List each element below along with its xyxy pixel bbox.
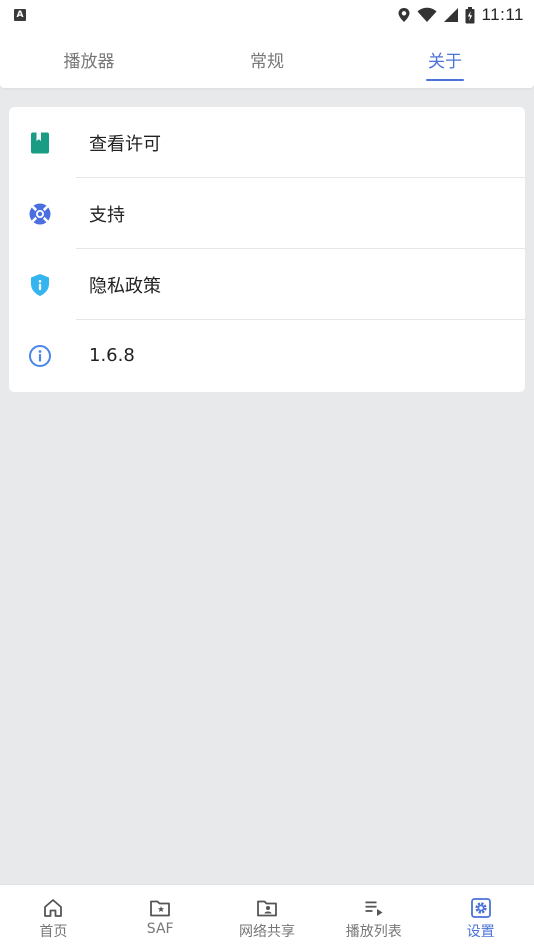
support-label: 支持 (89, 204, 125, 226)
tab-active-indicator (426, 79, 464, 81)
battery-icon (465, 6, 475, 23)
nav-settings-label: 设置 (466, 924, 495, 940)
nav-saf-label: SAF (146, 921, 174, 937)
tab-general-label: 常规 (250, 51, 284, 72)
star-folder-icon (150, 900, 171, 917)
nav-home[interactable]: 首页 (0, 885, 107, 950)
view-license-item[interactable]: 查看许可 (9, 107, 525, 178)
accessibility-badge-icon: A (14, 9, 26, 21)
shield-icon (31, 274, 49, 296)
nav-saf[interactable]: SAF (107, 885, 214, 950)
wifi-icon (417, 7, 437, 22)
version-item: 1.6.8 (9, 320, 525, 391)
nav-settings[interactable]: 设置 (427, 885, 534, 950)
network-folder-icon (257, 900, 277, 917)
support-item[interactable]: 支持 (9, 178, 525, 249)
version-label: 1.6.8 (89, 345, 135, 366)
status-left: A (14, 9, 26, 21)
nav-playlist[interactable]: 播放列表 (320, 885, 427, 950)
tab-about[interactable]: 关于 (356, 30, 534, 88)
settings-tabs: 播放器 常规 关于 (0, 30, 534, 88)
book-icon (31, 132, 49, 154)
nav-home-label: 首页 (39, 924, 68, 940)
privacy-policy-label: 隐私政策 (89, 275, 161, 297)
settings-icon (470, 898, 491, 918)
info-icon (29, 345, 51, 367)
about-card: 查看许可 支持 隐私政策 1.6.8 (9, 107, 525, 392)
location-icon (398, 8, 410, 22)
status-right: 11:11 (397, 5, 524, 25)
lifebuoy-icon (29, 203, 51, 225)
bottom-navigation: 首页 SAF 网络共享 播放列表 设置 (0, 884, 534, 950)
cell-signal-icon (444, 8, 459, 22)
tab-player-label: 播放器 (63, 51, 115, 72)
tab-general[interactable]: 常规 (178, 30, 356, 88)
nav-playlist-label: 播放列表 (345, 924, 402, 940)
playlist-icon (365, 901, 383, 916)
view-license-label: 查看许可 (89, 133, 161, 155)
status-bar: A 11:11 (0, 0, 534, 30)
home-icon (44, 899, 63, 917)
nav-network-share[interactable]: 网络共享 (214, 885, 321, 950)
privacy-policy-item[interactable]: 隐私政策 (9, 249, 525, 320)
tab-about-label: 关于 (428, 51, 462, 72)
tab-player[interactable]: 播放器 (0, 30, 178, 88)
nav-network-share-label: 网络共享 (238, 924, 295, 940)
status-time: 11:11 (481, 5, 524, 24)
